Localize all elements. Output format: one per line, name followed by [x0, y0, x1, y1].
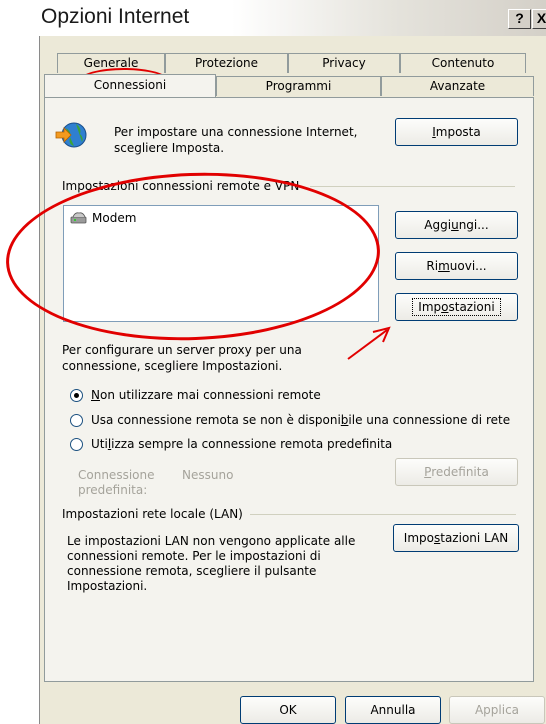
remove-label-b: uovi... [449, 259, 487, 273]
radio3-text-a: Uti [91, 437, 108, 451]
apply-button[interactable]: Applica [449, 696, 545, 724]
close-button[interactable]: X [532, 9, 546, 29]
proxy-text-line2: connessione, scegliere Impostazioni. [62, 359, 283, 373]
internet-connection-icon [54, 118, 88, 152]
settings-label-b: stazioni [448, 300, 495, 314]
add-mnemonic: u [451, 218, 459, 232]
lan-settings-button[interactable]: Impostazioni LAN [393, 524, 519, 552]
proxy-text-line1: Per configurare un server proxy per una [62, 343, 302, 357]
radio-never-dial-label[interactable]: Non utilizzare mai connessioni remote [91, 388, 321, 403]
lan-label-b: tazioni LAN [440, 531, 509, 545]
radio3-text-b: izza sempre la connessione remota predef… [111, 437, 393, 451]
set-default-button[interactable]: Predefinita [395, 458, 518, 486]
dialup-group-separator [310, 186, 515, 187]
remove-mnemonic: m [438, 259, 450, 273]
default-connection-label-line1: Connessione [78, 468, 155, 482]
cancel-button[interactable]: Annulla [345, 696, 441, 724]
add-connection-button[interactable]: Aggiungi... [395, 211, 518, 239]
lan-group-separator [250, 514, 516, 515]
window-title: Opzioni Internet [41, 5, 190, 28]
annotation-arrow [347, 326, 391, 360]
default-connection-value: Nessuno [182, 468, 234, 482]
tab-protezione[interactable]: Protezione [165, 53, 288, 73]
remove-connection-button[interactable]: Rimuovi... [395, 252, 518, 280]
lan-label-a: Impo [403, 531, 434, 545]
radio-dial-when-no-network[interactable] [70, 414, 83, 427]
settings-label-a: Imp [418, 300, 442, 314]
tab-contenuto[interactable]: Contenuto [400, 53, 526, 73]
radio2-text-b: ile una connessione di rete [348, 413, 511, 427]
imposta-button[interactable]: Imposta [395, 118, 518, 146]
add-label-a: Aggi [424, 218, 452, 232]
tab-privacy[interactable]: Privacy [288, 53, 400, 73]
radio-always-dial[interactable] [70, 438, 83, 451]
lan-text-line1: Le impostazioni LAN non vengono applicat… [67, 534, 356, 548]
radio-always-dial-label[interactable]: Utilizza sempre la connessione remota pr… [91, 437, 392, 452]
radio-never-dial[interactable] [70, 389, 83, 402]
default-connection-label-line2: predefinita: [78, 483, 148, 497]
remove-label-a: Ri [426, 259, 439, 273]
lan-text-line2: connessioni remote. Per le impostazioni … [67, 549, 321, 563]
imposta-label: mposta [435, 125, 481, 139]
radio-dial-when-no-network-label[interactable]: Usa connessione remota se non è disponib… [91, 413, 510, 428]
help-button[interactable]: ? [508, 9, 531, 29]
add-label-b: ngi... [458, 218, 489, 232]
tab-avanzate[interactable]: Avanzate [381, 76, 534, 96]
setup-text-line1: Per impostare una connessione Internet, [114, 125, 358, 139]
radio1-mnemonic: N [91, 388, 100, 402]
setup-text-line2: scegliere Imposta. [114, 141, 225, 155]
lan-text-line3: connessione remota, scegliere il pulsant… [67, 564, 317, 578]
lan-group-label: Impostazioni rete locale (LAN) [62, 507, 243, 521]
tab-programmi[interactable]: Programmi [216, 76, 381, 96]
radio2-text-a: Usa connessione remota se non è disponi [91, 413, 341, 427]
tab-connessioni[interactable]: Connessioni [44, 74, 216, 97]
radio1-text: on utilizzare mai connessioni remote [99, 388, 321, 402]
connection-settings-button[interactable]: Impostazioni [395, 293, 518, 321]
default-label: redefinita [431, 465, 489, 479]
settings-focus-box: Impostazioni [412, 298, 501, 316]
ok-button[interactable]: OK [240, 696, 336, 724]
lan-text-line4: Impostazioni. [67, 579, 148, 593]
